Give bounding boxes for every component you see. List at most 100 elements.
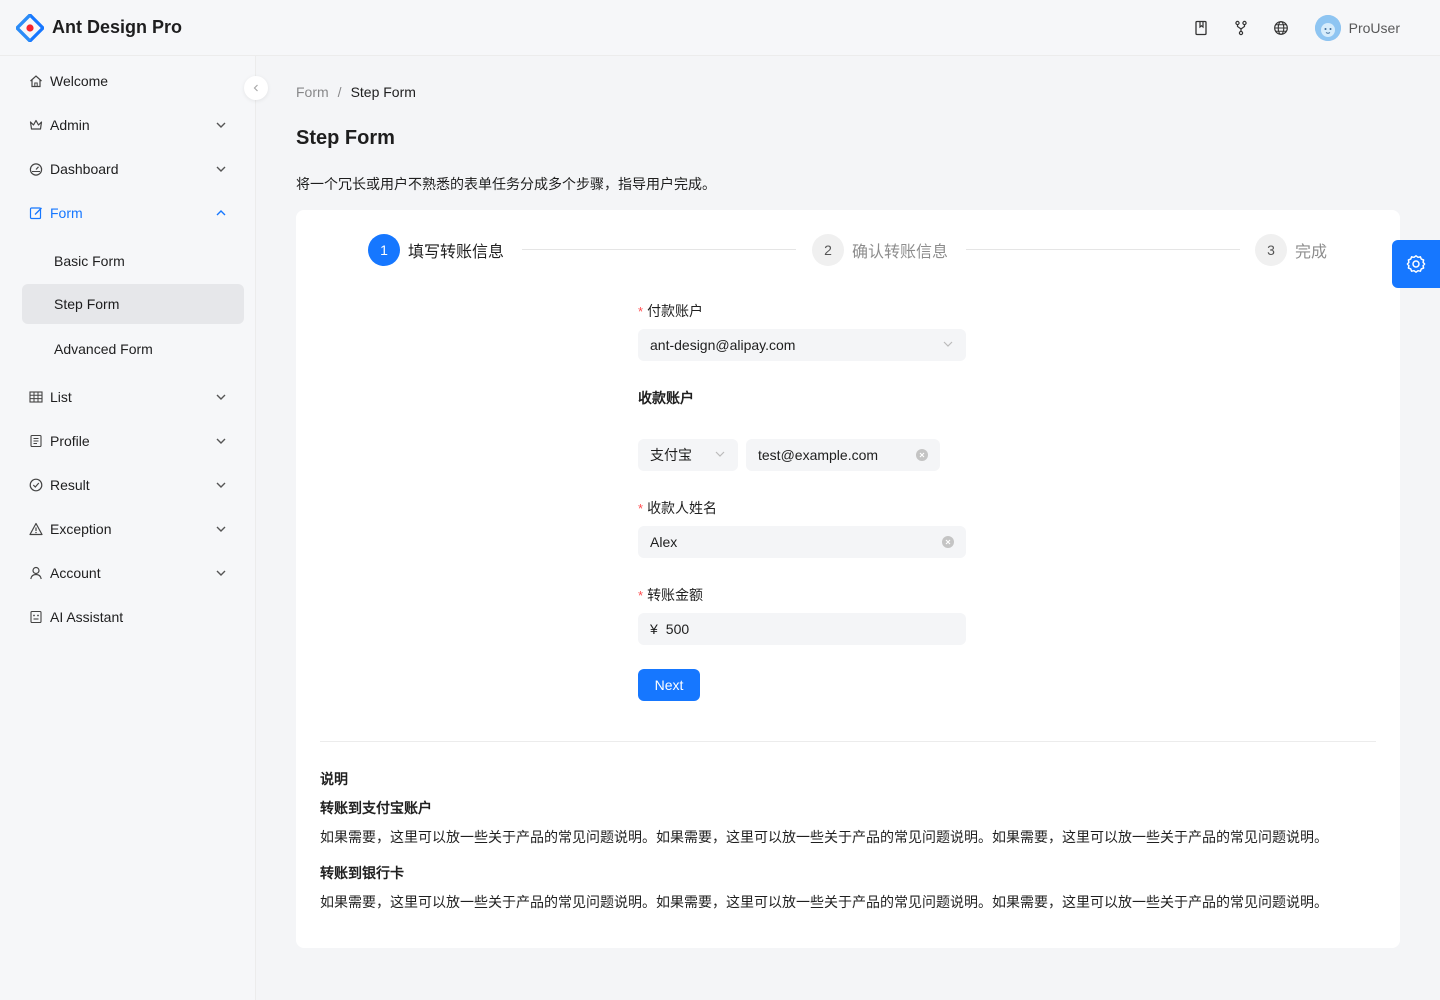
- step-title: 确认转账信息: [852, 244, 949, 261]
- profile-icon: [28, 433, 44, 449]
- page-description: 将一个冗长或用户不熟悉的表单任务分成多个步骤，指导用户完成。: [296, 176, 716, 192]
- chevron-up-icon: [216, 210, 226, 216]
- sidebar-item-result[interactable]: Result: [22, 465, 244, 505]
- sidebar-item-form[interactable]: Form: [22, 193, 244, 233]
- warning-icon: [28, 521, 44, 537]
- step-number: 3: [1255, 234, 1287, 266]
- payer-account-select[interactable]: ant-design@alipay.com: [638, 329, 966, 361]
- receiver-account-value: test@example.com: [758, 447, 879, 463]
- sidebar-item-label: Dashboard: [50, 161, 119, 177]
- breadcrumb-link-form[interactable]: Form: [296, 84, 329, 100]
- receiver-name-input[interactable]: Alex: [638, 526, 966, 558]
- sidebar-item-admin[interactable]: Admin: [22, 105, 244, 145]
- chevron-down-icon: [216, 438, 226, 444]
- clear-icon[interactable]: [916, 449, 928, 461]
- user-menu[interactable]: ProUser: [1314, 15, 1400, 41]
- check-circle-icon: [28, 477, 44, 493]
- sidebar: Welcome Admin Dashboard Form Basic Form …: [0, 56, 256, 1000]
- sidebar-item-dashboard[interactable]: Dashboard: [22, 149, 244, 189]
- sidebar-item-label: Welcome: [50, 73, 109, 89]
- ant-design-logo-icon: [15, 12, 45, 43]
- required-mark: *: [638, 588, 644, 603]
- robot-icon: [28, 609, 44, 625]
- receiver-name-label: * 收款人姓名: [638, 500, 718, 516]
- receiver-type-value: 支付宝: [650, 447, 692, 463]
- sidebar-item-account[interactable]: Account: [22, 553, 244, 593]
- fork-icon[interactable]: [1221, 0, 1261, 56]
- amount-value: 500: [665, 621, 690, 637]
- sidebar-collapse-button[interactable]: [244, 76, 268, 100]
- receiver-name-value: Alex: [650, 534, 678, 550]
- sidebar-item-basic-form[interactable]: Basic Form: [22, 241, 244, 281]
- home-icon: [28, 73, 44, 89]
- sidebar-item-exception[interactable]: Exception: [22, 509, 244, 549]
- sidebar-item-label: Account: [50, 565, 101, 581]
- top-header: Ant Design Pro ProUser: [0, 0, 1440, 56]
- sidebar-item-label: Step Form: [54, 296, 120, 312]
- table-icon: [28, 389, 44, 405]
- app-title: Ant Design Pro: [52, 17, 183, 37]
- step-connector: [966, 249, 1240, 250]
- sidebar-item-label: Form: [50, 205, 83, 221]
- user-name: ProUser: [1348, 20, 1400, 36]
- breadcrumb: Form / Step Form: [296, 84, 416, 100]
- chevron-down-icon: [216, 122, 226, 128]
- required-mark: *: [638, 501, 644, 516]
- clear-icon[interactable]: [942, 536, 954, 548]
- next-button[interactable]: Next: [638, 669, 700, 701]
- sidebar-item-label: Profile: [50, 433, 90, 449]
- sidebar-item-label: AI Assistant: [50, 609, 124, 625]
- sidebar-item-label: Basic Form: [54, 253, 125, 269]
- required-mark: *: [638, 304, 644, 319]
- receiver-account-input[interactable]: test@example.com: [746, 439, 940, 471]
- sidebar-item-step-form[interactable]: Step Form: [22, 284, 244, 324]
- chevron-down-icon: [216, 526, 226, 532]
- sidebar-item-label: Advanced Form: [54, 341, 153, 357]
- notes-alipay-title: 转账到支付宝账户: [320, 800, 432, 816]
- step-connector: [522, 249, 796, 250]
- dashboard-icon: [28, 161, 44, 177]
- payer-account-label: * 付款账户: [638, 303, 704, 319]
- docs-icon[interactable]: [1181, 0, 1221, 56]
- payer-account-value: ant-design@alipay.com: [650, 337, 796, 353]
- sidebar-item-ai-assistant[interactable]: AI Assistant: [22, 597, 244, 637]
- gear-icon: [1406, 255, 1426, 273]
- chevron-down-icon: [943, 341, 953, 347]
- globe-icon[interactable]: [1261, 0, 1301, 56]
- currency-prefix: ¥: [650, 621, 658, 637]
- chevron-down-icon: [216, 394, 226, 400]
- step-title: 填写转账信息: [408, 244, 505, 261]
- notes-title: 说明: [320, 771, 348, 787]
- step-title: 完成: [1295, 244, 1328, 261]
- sidebar-item-list[interactable]: List: [22, 377, 244, 417]
- sidebar-item-label: List: [50, 389, 72, 405]
- step-2[interactable]: 2 确认转账信息: [812, 234, 948, 266]
- chevron-down-icon: [715, 451, 725, 457]
- step-3[interactable]: 3 完成: [1255, 234, 1327, 266]
- form-icon: [28, 205, 44, 221]
- chevron-down-icon: [216, 166, 226, 172]
- divider: [320, 741, 1376, 742]
- notes-bank-title: 转账到银行卡: [320, 865, 404, 881]
- settings-drawer-button[interactable]: [1392, 240, 1440, 288]
- receiver-type-select[interactable]: 支付宝: [638, 439, 738, 471]
- sidebar-item-label: Result: [50, 477, 90, 493]
- sidebar-item-profile[interactable]: Profile: [22, 421, 244, 461]
- page-title: Step Form: [296, 127, 395, 149]
- notes-bank-text: 如果需要，这里可以放一些关于产品的常见问题说明。如果需要，这里可以放一些关于产品…: [320, 894, 1328, 910]
- chevron-down-icon: [216, 570, 226, 576]
- avatar: [1314, 15, 1341, 41]
- step-1[interactable]: 1 填写转账信息: [368, 234, 504, 266]
- step-number: 1: [368, 234, 400, 266]
- step-number: 2: [812, 234, 844, 266]
- receiver-account-label: 收款账户: [638, 390, 694, 406]
- sidebar-item-advanced-form[interactable]: Advanced Form: [22, 329, 244, 369]
- sidebar-item-welcome[interactable]: Welcome: [22, 61, 244, 101]
- sidebar-item-label: Admin: [50, 117, 90, 133]
- amount-input[interactable]: ¥ 500: [638, 613, 966, 645]
- amount-label: * 转账金额: [638, 587, 704, 603]
- logo[interactable]: Ant Design Pro: [0, 12, 183, 43]
- sidebar-item-label: Exception: [50, 521, 112, 537]
- user-icon: [28, 565, 44, 581]
- chevron-left-icon: [253, 84, 258, 92]
